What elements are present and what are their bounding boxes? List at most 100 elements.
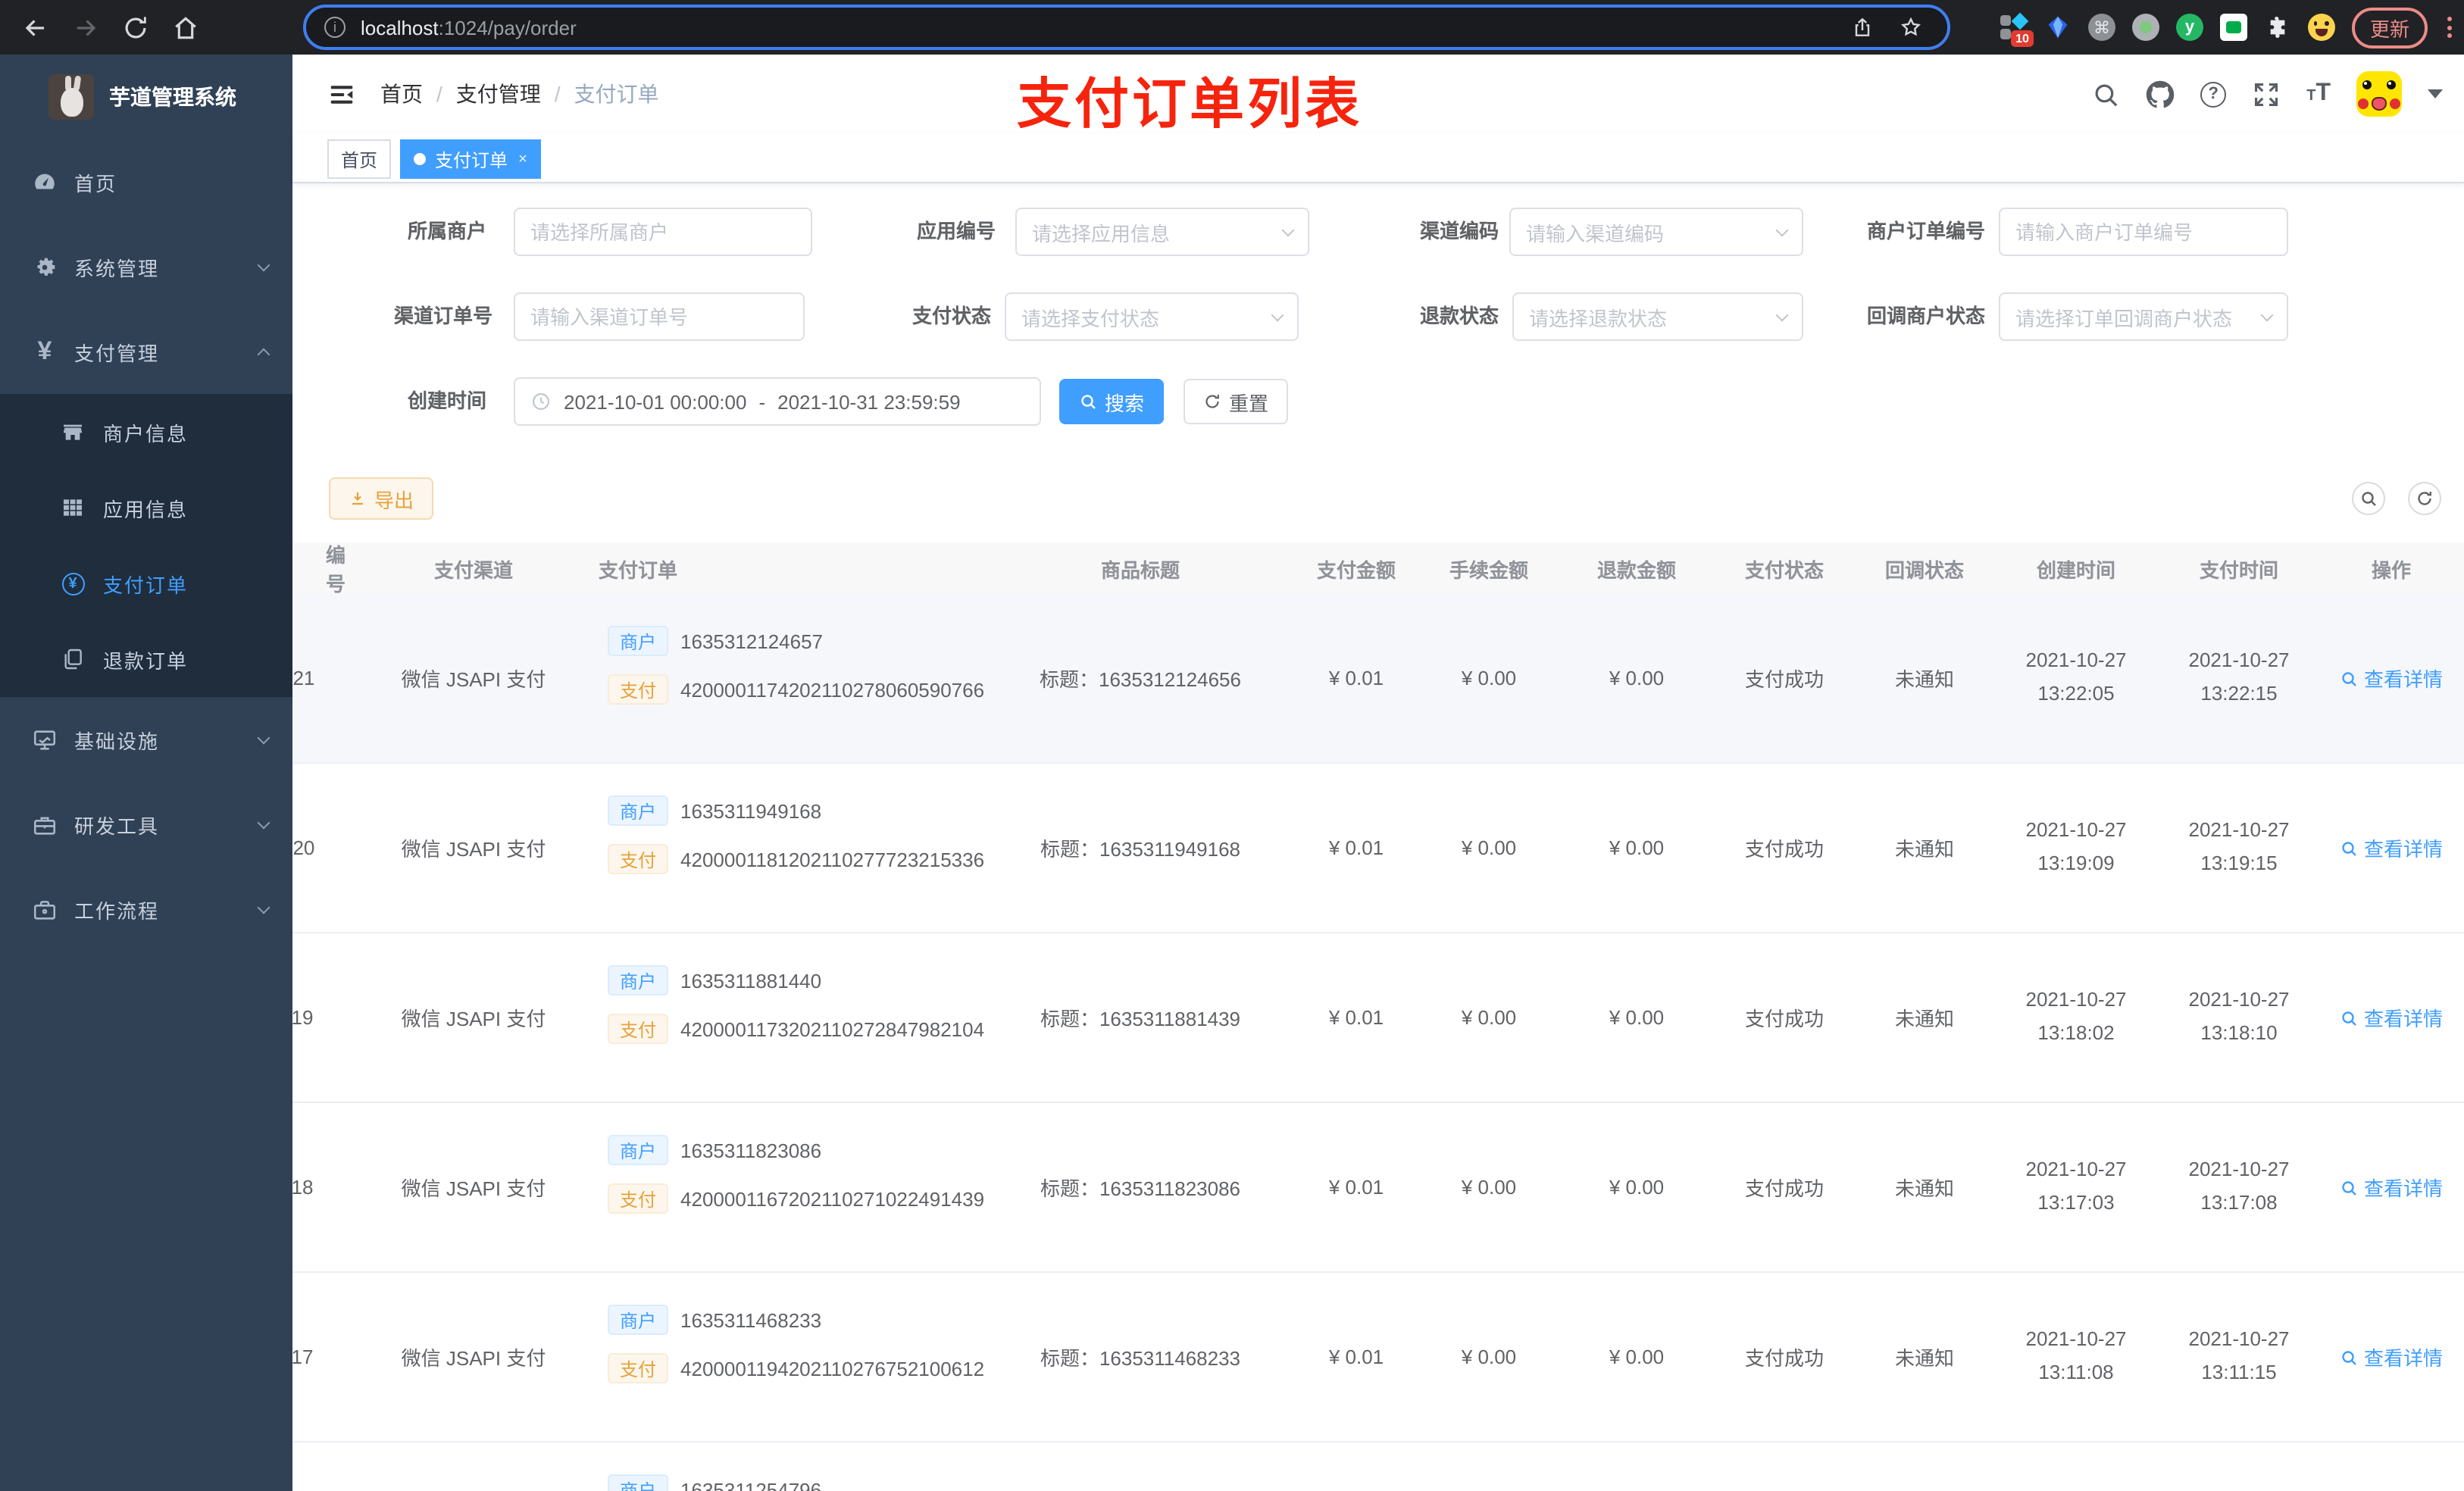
- table-row[interactable]: 商户 1635311254796: [292, 1443, 2464, 1491]
- pay-status-cell: 支付成功: [1744, 1347, 1824, 1370]
- app-title: 芋道管理系统: [109, 85, 236, 109]
- product-title-cell: 标题：1635311468233: [1040, 1347, 1241, 1370]
- back-icon[interactable]: [21, 13, 50, 42]
- share-icon[interactable]: [1850, 15, 1875, 39]
- chat-extension-icon[interactable]: [2219, 14, 2247, 41]
- search-icon[interactable]: [2091, 80, 2120, 108]
- tab-home[interactable]: 首页: [327, 139, 392, 179]
- merchant-tag: 商户: [608, 965, 669, 996]
- close-tab-icon[interactable]: ×: [518, 151, 527, 167]
- yen-circle-icon: ¥: [61, 572, 84, 595]
- pay-tag: 支付: [608, 674, 669, 705]
- column-header: 支付渠道: [433, 558, 513, 581]
- merchant-order-no: 1635311254796: [680, 1478, 822, 1491]
- sidebar-item-refund-order[interactable]: 退款订单: [0, 621, 292, 697]
- breadcrumb-pay[interactable]: 支付管理: [456, 79, 541, 109]
- sidebar-item-devtool[interactable]: 研发工具: [0, 782, 292, 867]
- collapse-sidebar-icon[interactable]: [327, 80, 356, 108]
- table-row[interactable]: 120 微信 JSAPI 支付 商户 1635311949168 支付 4200…: [292, 764, 2464, 933]
- reset-button[interactable]: 重置: [1184, 379, 1289, 424]
- tab-pay-order[interactable]: 支付订单 ×: [400, 139, 541, 179]
- refresh-table-button[interactable]: [2408, 482, 2441, 515]
- pay-status-select[interactable]: 请选择支付状态: [1005, 292, 1299, 341]
- url-text[interactable]: localhost:1024/pay/order: [361, 16, 1850, 39]
- site-info-icon[interactable]: i: [324, 17, 346, 38]
- view-detail-link[interactable]: 查看详情: [2340, 1343, 2443, 1371]
- table-body: 121 微信 JSAPI 支付 商户 1635312124657 支付 4200…: [292, 594, 2464, 1491]
- create-time-cell: 2021-10-27 13:17:03: [2025, 1158, 2127, 1214]
- extension-grid-icon[interactable]: 10: [2000, 12, 2034, 47]
- table-row[interactable]: 118 微信 JSAPI 支付 商户 1635311823086 支付 4200…: [292, 1103, 2464, 1273]
- font-size-icon[interactable]: TT: [2306, 80, 2331, 108]
- forward-icon[interactable]: [71, 13, 100, 42]
- search-icon: [2342, 1350, 2356, 1364]
- create-time-range-picker[interactable]: 2021-10-01 00:00:00 - 2021-10-31 23:59:5…: [514, 377, 1041, 426]
- notify-status-cell: 未通知: [1894, 668, 1954, 691]
- app-id-select[interactable]: 请选择应用信息: [1015, 208, 1309, 256]
- sidebar-item-app-info[interactable]: 应用信息: [0, 470, 292, 545]
- avatar-caret-icon[interactable]: [2428, 89, 2443, 106]
- table-row[interactable]: 117 微信 JSAPI 支付 商户 1635311468233 支付 4200…: [292, 1273, 2464, 1443]
- export-button[interactable]: 导出: [329, 477, 434, 520]
- emoji-extension-icon[interactable]: [2307, 14, 2335, 41]
- home-icon[interactable]: [171, 13, 200, 42]
- pay-channel-cell: 微信 JSAPI 支付: [401, 668, 546, 691]
- sidebar-item-pay-order[interactable]: ¥ 支付订单: [0, 545, 292, 621]
- refund-amount-cell: ¥ 0.00: [1609, 836, 1665, 859]
- chevron-down-icon: [1775, 308, 1789, 321]
- pay-order-cell: 商户 1635311881440 支付 42000011732021102728…: [583, 933, 985, 1102]
- product-title-cell: 标题：1635311823086: [1040, 1177, 1241, 1200]
- sidebar-item-workflow[interactable]: 工作流程: [0, 867, 292, 952]
- bookmark-star-icon[interactable]: [1899, 15, 1923, 39]
- view-detail-link[interactable]: 查看详情: [2340, 664, 2443, 692]
- breadcrumb-home[interactable]: 首页: [380, 79, 423, 109]
- view-detail-link[interactable]: 查看详情: [2340, 833, 2443, 862]
- recorder-extension-icon[interactable]: [2131, 14, 2159, 41]
- extension-badge: 10: [2011, 30, 2034, 47]
- order-id-cell: 119: [292, 1006, 314, 1029]
- merchant-tag: 商户: [608, 626, 669, 656]
- view-detail-link[interactable]: 查看详情: [2340, 1003, 2443, 1032]
- chevron-down-icon: [1271, 308, 1284, 321]
- show-search-button[interactable]: [2352, 482, 2385, 515]
- github-icon[interactable]: [2146, 80, 2175, 108]
- gear-icon: [32, 254, 58, 280]
- browser-update-button[interactable]: 更新: [2351, 7, 2428, 48]
- sidebar-item-home[interactable]: 首页: [0, 139, 292, 224]
- help-icon[interactable]: ?: [2200, 81, 2227, 107]
- sidebar-item-system[interactable]: 系统管理: [0, 224, 292, 309]
- command-extension-icon[interactable]: ⌘: [2087, 14, 2115, 41]
- table-row[interactable]: 121 微信 JSAPI 支付 商户 1635312124657 支付 4200…: [292, 594, 2464, 764]
- browser-menu-icon[interactable]: [2444, 17, 2455, 38]
- column-header: 操作: [2371, 558, 2411, 581]
- reload-icon[interactable]: [121, 13, 150, 42]
- app-logo[interactable]: 芋道管理系统: [0, 55, 292, 139]
- pay-time-cell: 2021-10-27 13:19:15: [2188, 818, 2290, 874]
- pay-amount-cell: ¥ 0.01: [1328, 1176, 1384, 1199]
- channel-code-select[interactable]: 请输入渠道编码: [1509, 208, 1803, 256]
- merchant-order-no-input[interactable]: [1999, 208, 2288, 256]
- kite-extension-icon[interactable]: [2044, 14, 2072, 41]
- tags-view-bar: 首页 支付订单 ×: [292, 133, 2464, 183]
- notify-status-select[interactable]: 请选择订单回调商户状态: [1999, 292, 2288, 341]
- channel-order-no-input[interactable]: [514, 292, 805, 341]
- url-bar[interactable]: i localhost:1024/pay/order: [303, 5, 1950, 50]
- search-button[interactable]: 搜索: [1059, 379, 1165, 424]
- search-icon: [2342, 671, 2356, 686]
- yuque-extension-icon[interactable]: y: [2175, 14, 2203, 41]
- puzzle-extensions-icon[interactable]: [2264, 14, 2291, 41]
- chevron-down-icon: [1775, 223, 1789, 236]
- pay-order-cell: 商户 1635311254796: [583, 1443, 985, 1491]
- merchant-input[interactable]: [514, 208, 812, 256]
- sidebar-item-merchant-info[interactable]: 商户信息: [0, 394, 292, 470]
- sidebar-item-infra[interactable]: 基础设施: [0, 697, 292, 782]
- column-header: 支付时间: [2199, 558, 2278, 581]
- view-detail-link[interactable]: 查看详情: [2340, 1173, 2443, 1202]
- refund-status-select[interactable]: 请选择退款状态: [1512, 292, 1803, 341]
- search-icon: [2342, 1180, 2356, 1195]
- sidebar-item-pay[interactable]: ¥ 支付管理: [0, 309, 292, 394]
- avatar[interactable]: [2356, 71, 2402, 117]
- table-row[interactable]: 119 微信 JSAPI 支付 商户 1635311881440 支付 4200…: [292, 933, 2464, 1103]
- action-cell: 查看详情: [2319, 1343, 2464, 1371]
- fullscreen-icon[interactable]: [2252, 80, 2281, 108]
